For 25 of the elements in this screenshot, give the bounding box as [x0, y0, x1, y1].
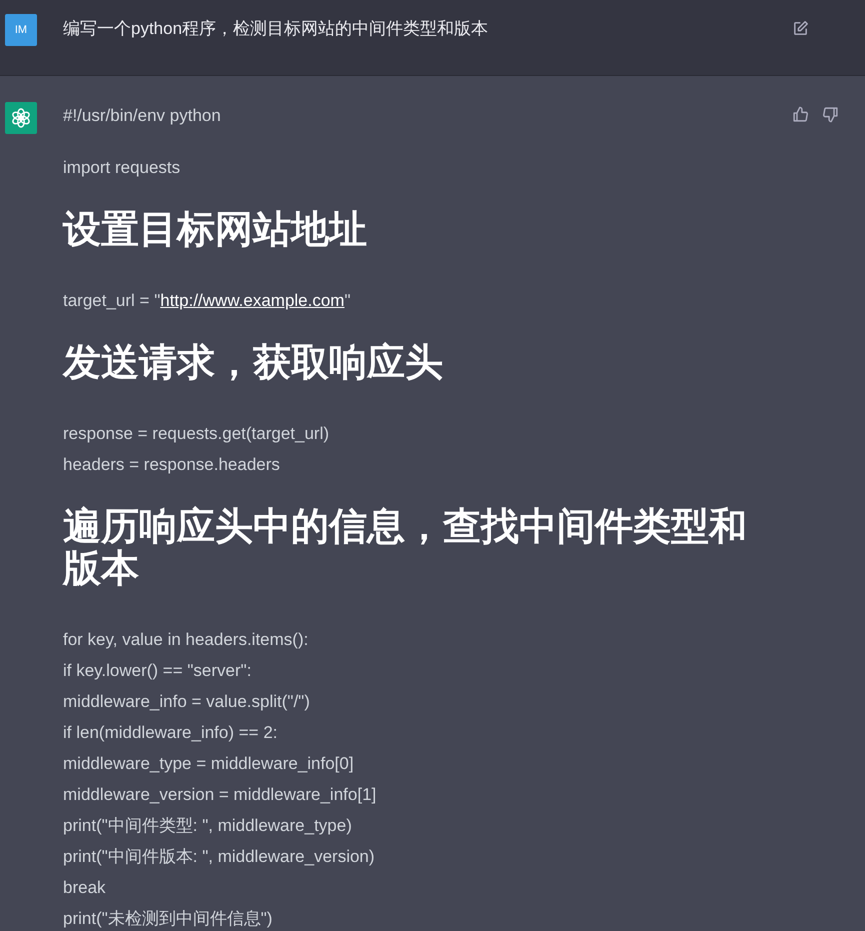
user-avatar: IM — [5, 14, 37, 46]
text-line: middleware_info = value.split("/") — [63, 691, 311, 713]
text-line: target_url = "http://www.example.com" — [63, 290, 352, 312]
message-text: 编写一个python程序，检测目标网站的中间件类型和版本 — [63, 18, 490, 40]
text-line: if len(middleware_info) == 2: — [63, 722, 279, 744]
text-line: middleware_type = middleware_info[0] — [63, 753, 355, 775]
text-line: break — [63, 877, 107, 899]
text-line: print("中间件版本: ", middleware_version) — [63, 846, 376, 868]
thumbs-up-icon[interactable] — [792, 106, 809, 123]
link[interactable]: http://www.example.com — [160, 291, 344, 310]
heading: 遍历响应头中的信息，查找中间件类型和版本 — [63, 506, 748, 590]
thumbs-down-icon[interactable] — [822, 106, 839, 123]
text-line: print("未检测到中间件信息") — [63, 908, 274, 930]
text-line: for key, value in headers.items(): — [63, 629, 310, 651]
text-line: middleware_version = middleware_info[1] — [63, 784, 378, 806]
text-line: if key.lower() == "server": — [63, 660, 252, 682]
text-line: headers = response.headers — [63, 454, 281, 476]
text-line: #!/usr/bin/env python — [63, 105, 222, 127]
text-line: response = requests.get(target_url) — [63, 423, 330, 445]
heading: 设置目标网站地址 — [63, 209, 368, 251]
heading: 发送请求，获取响应头 — [63, 342, 444, 384]
text-line: import requests — [63, 157, 182, 179]
text-line: print("中间件类型: ", middleware_type) — [63, 815, 353, 837]
edit-icon[interactable] — [792, 20, 809, 37]
assistant-avatar — [5, 102, 37, 134]
